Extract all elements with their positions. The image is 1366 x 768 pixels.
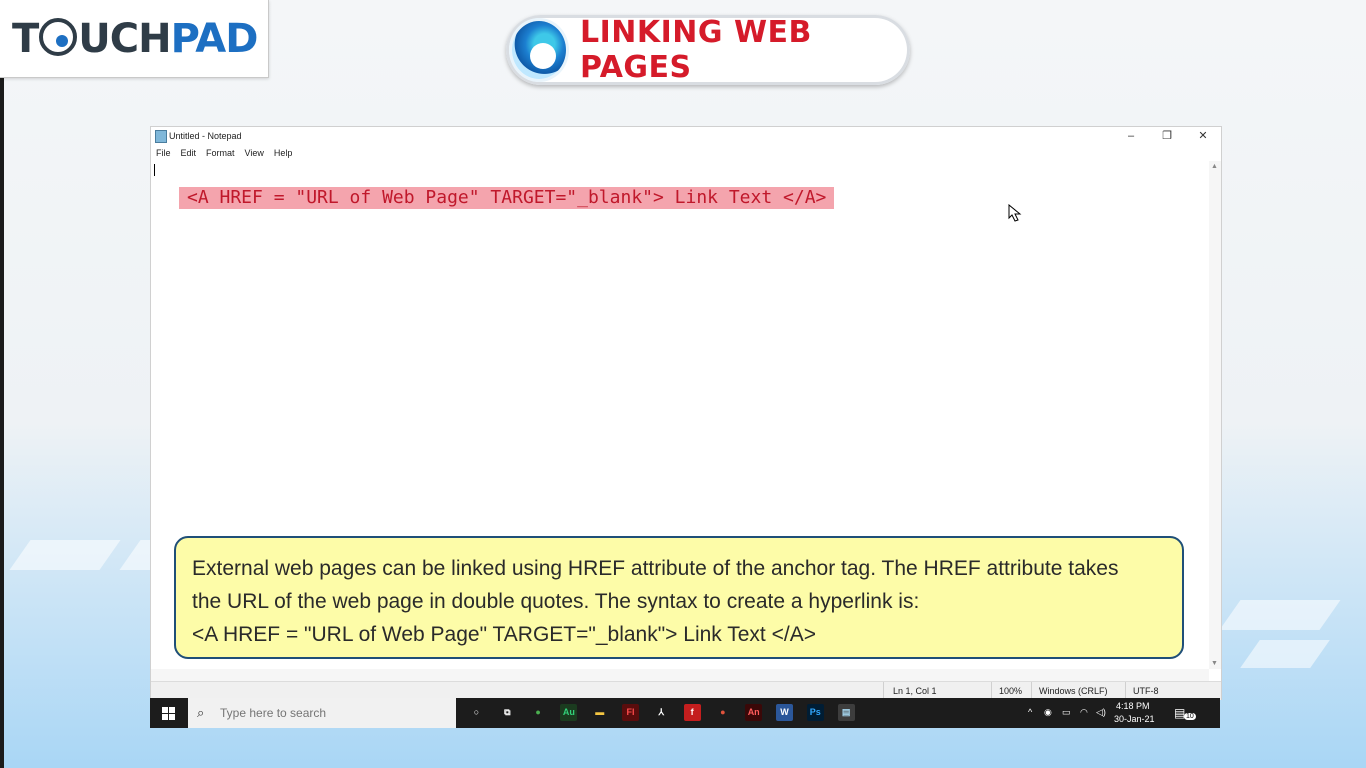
close-button[interactable]: ✕ (1187, 128, 1219, 144)
network-alert-icon[interactable]: ◉ (1044, 707, 1052, 718)
window-title: Untitled - Notepad (169, 131, 242, 141)
background-decoration (1240, 640, 1330, 668)
search-icon: ⌕ (197, 705, 205, 720)
minimize-button[interactable]: – (1115, 128, 1147, 144)
file-explorer-icon[interactable]: ▬ (591, 704, 609, 721)
wifi-icon[interactable]: ◠ (1080, 707, 1088, 718)
audition-icon[interactable]: Au (560, 704, 578, 721)
start-button[interactable] (150, 698, 188, 728)
explanation-syntax-line: <A HREF = "URL of Web Page" TARGET="_bla… (192, 623, 816, 646)
flash-icon[interactable]: Fl (622, 704, 639, 721)
menu-edit[interactable]: Edit (181, 145, 197, 161)
cortana-icon[interactable]: ○ (468, 704, 485, 721)
status-encoding: UTF-8 (1133, 686, 1159, 696)
menu-bar: File Edit Format View Help (151, 145, 1221, 161)
windows-taskbar: ⌕ ○ ⧉ ● Au ▬ Fl ⅄ f ● An W Ps ▤ ^ ◉ ▭ ◠ ◁) 4:18 PM 3… (150, 698, 1220, 728)
window-titlebar: Untitled - Notepad – ❐ ✕ (151, 127, 1221, 145)
touchpad-logo: T UCHPAD (0, 0, 269, 78)
lesson-title: LINKING WEB PAGES (579, 15, 812, 85)
system-tray: ^ ◉ ▭ ◠ ◁) 4:18 PM 30-Jan-21 ▤ 10 (1020, 698, 1220, 728)
flash-player-icon[interactable]: f (683, 704, 701, 721)
scroll-up-arrow-icon[interactable]: ▲ (1211, 163, 1218, 170)
logo-letters-pad: PAD (170, 15, 259, 62)
background-decoration (9, 540, 121, 570)
taskbar-search[interactable]: ⌕ (188, 698, 456, 728)
explanation-callout: External web pages can be linked using H… (174, 536, 1184, 659)
background-decoration (1219, 600, 1341, 630)
animate-icon[interactable]: An (745, 704, 763, 721)
word-icon[interactable]: W (776, 704, 793, 721)
left-edge-strip (0, 78, 4, 768)
explanation-line-1: External web pages can be linked using H… (192, 557, 1119, 580)
status-position: Ln 1, Col 1 (893, 686, 937, 696)
windows-logo-icon (162, 707, 175, 720)
notepad-app-icon (155, 130, 167, 143)
notepad-icon[interactable]: ▤ (837, 704, 855, 721)
logo-touch-icon (39, 17, 78, 56)
menu-view[interactable]: View (245, 145, 264, 161)
status-zoom: 100% (999, 686, 1023, 696)
menu-file[interactable]: File (156, 145, 171, 161)
status-line-ending: Windows (CRLF) (1039, 686, 1108, 696)
task-view-icon[interactable]: ⧉ (498, 704, 516, 721)
edge-browser-icon (512, 21, 566, 79)
menu-format[interactable]: Format (206, 145, 235, 161)
show-hidden-icons-icon[interactable]: ^ (1028, 707, 1032, 717)
photoshop-icon[interactable]: Ps (806, 704, 824, 721)
chrome-profile-icon[interactable]: ● (714, 704, 732, 721)
logo-letters-uch: UCH (78, 15, 171, 62)
acrobat-icon[interactable]: ⅄ (652, 704, 670, 721)
text-caret (154, 164, 155, 176)
volume-icon[interactable]: ◁) (1096, 707, 1106, 718)
mouse-pointer-icon (1008, 204, 1022, 222)
maximize-button[interactable]: ❐ (1151, 128, 1183, 144)
vertical-scrollbar[interactable]: ▲ ▼ (1209, 161, 1221, 669)
lesson-title-banner: LINKING WEB PAGES (506, 15, 910, 85)
scroll-down-arrow-icon[interactable]: ▼ (1211, 660, 1218, 667)
battery-icon[interactable]: ▭ (1062, 707, 1071, 718)
horizontal-scrollbar[interactable] (151, 669, 1209, 681)
logo-text: T UCHPAD (12, 15, 259, 62)
chrome-icon[interactable]: ● (529, 704, 547, 721)
search-input[interactable] (218, 705, 442, 721)
logo-letter-t: T (12, 15, 39, 62)
clock-time[interactable]: 4:18 PM (1116, 701, 1150, 711)
highlighted-code-line[interactable]: <A HREF = "URL of Web Page" TARGET="_bla… (179, 187, 835, 209)
menu-help[interactable]: Help (274, 145, 293, 161)
notification-count-badge: 10 (1184, 713, 1196, 720)
clock-date[interactable]: 30-Jan-21 (1114, 714, 1155, 724)
explanation-line-2: the URL of the web page in double quotes… (192, 590, 920, 613)
